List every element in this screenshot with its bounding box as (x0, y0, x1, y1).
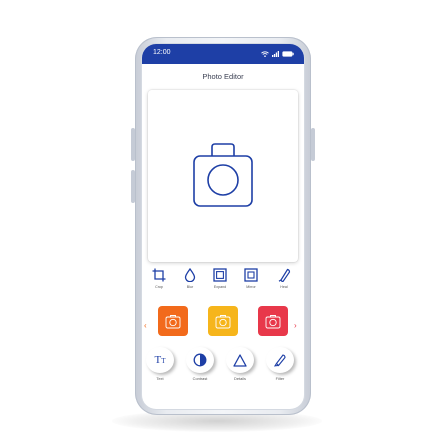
tool-expand[interactable]: Expand (208, 268, 232, 289)
tool-label: Crop (155, 285, 163, 289)
battery-icon (282, 51, 294, 57)
adjust-filter[interactable]: Filter (266, 347, 294, 381)
tool-label: Blur (186, 285, 194, 289)
camera-icon (215, 315, 231, 329)
camera-icon (165, 315, 181, 329)
details-icon (233, 353, 247, 367)
phone-screen: 12:00 Photo Editor Crop Blur Expand Mirr… (142, 44, 304, 409)
tool-mirror[interactable]: Mirror (239, 268, 263, 289)
orange-filter[interactable] (158, 306, 188, 336)
page-title: Photo Editor (202, 72, 244, 81)
adjust-text[interactable]: TT Text (146, 347, 174, 381)
tool-heal[interactable]: Heal (272, 268, 296, 289)
heal-icon (278, 268, 291, 282)
text-icon: TT (154, 354, 166, 366)
tool-blur[interactable]: Blur (178, 268, 202, 289)
adjust-label: Contrast (192, 376, 208, 381)
adjust-label: Text (156, 376, 164, 381)
contrast-icon (193, 353, 207, 367)
tool-label: Expand (213, 285, 227, 289)
status-icons (261, 49, 294, 59)
adjust-label: Filter (275, 376, 285, 381)
adjust-label: Details (234, 376, 246, 381)
status-time: 12:00 (153, 49, 171, 56)
tool-label: Heal (280, 285, 288, 289)
yellow-filter[interactable] (208, 306, 238, 336)
filter-next-arrow[interactable]: › (294, 322, 297, 330)
adjust-contrast[interactable]: Contrast (186, 347, 214, 381)
expand-icon (213, 268, 227, 282)
filter-icon (273, 354, 286, 367)
photo-canvas[interactable] (148, 90, 298, 262)
wifi-icon (261, 51, 269, 57)
status-bar: 12:00 (142, 44, 304, 64)
mirror-icon (244, 268, 258, 282)
tool-label: Mirror (246, 285, 256, 289)
adjust-details[interactable]: Details (226, 347, 254, 381)
camera-icon (265, 315, 281, 329)
camera-icon[interactable] (192, 142, 254, 208)
signal-icon (272, 51, 279, 57)
power-button (311, 128, 315, 161)
red-filter[interactable] (258, 306, 288, 336)
crop-icon (152, 268, 166, 282)
filter-prev-arrow[interactable]: ‹ (144, 322, 147, 330)
tool-crop[interactable]: Crop (147, 268, 171, 289)
blur-icon (184, 268, 196, 282)
